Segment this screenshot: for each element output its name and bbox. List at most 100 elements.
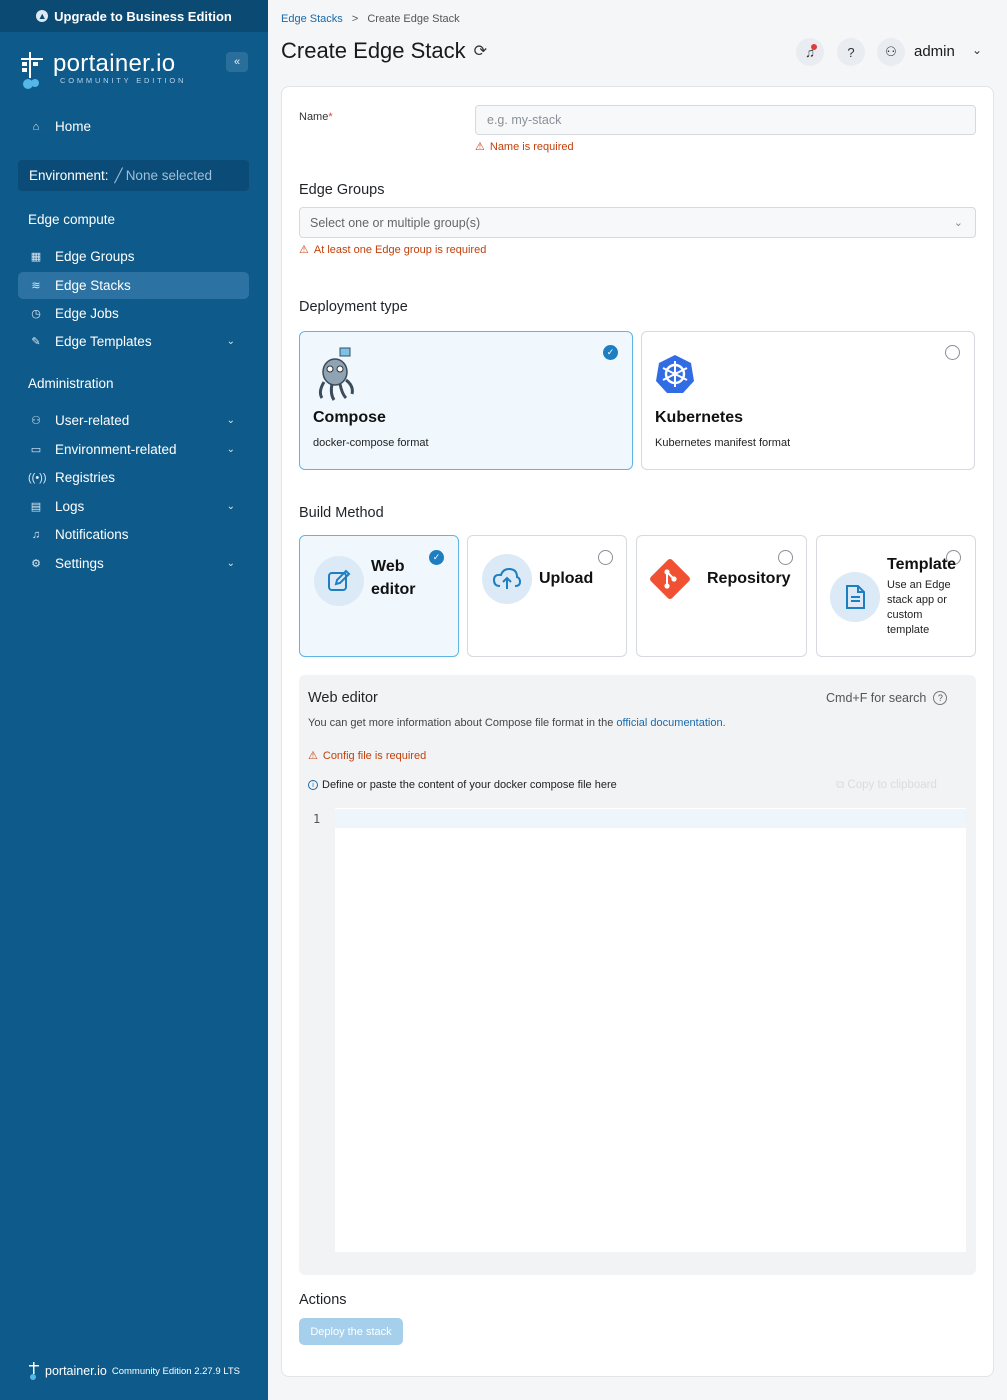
config-error: ⚠ Config file is required [308,749,427,763]
editor-info: You can get more information about Compo… [308,717,726,729]
warning-icon: ⚠ [308,750,318,762]
copy-label: Copy to clipboard [847,779,937,791]
sidebar-item-notifications[interactable]: ♫ Notifications [18,521,249,548]
breadcrumb: Edge Stacks > Create Edge Stack [281,13,460,25]
user-avatar[interactable]: ⚇ [877,38,905,66]
sidebar-item-label: Notifications [55,527,129,542]
build-option-web-editor[interactable]: ✓ Web editor [299,535,459,657]
sidebar-item-user-related[interactable]: ⚇ User-related ⌄ [18,407,249,434]
drive-icon: ▭ [30,444,42,456]
edge-groups-error: ⚠ At least one Edge group is required [299,243,487,257]
radio-unchecked-icon [598,550,613,565]
refresh-icon[interactable]: ⟳ [474,41,487,61]
config-error-text: Config file is required [322,749,427,762]
environment-selector[interactable]: Environment: ╱ None selected [18,160,249,191]
deploy-stack-button[interactable]: Deploy the stack [299,1318,403,1345]
sidebar-item-edge-templates[interactable]: ✎ Edge Templates ⌄ [18,328,249,355]
sidebar-item-label: Edge Groups [55,249,135,264]
sidebar-footer: portainer.io Community Edition 2.27.9 LT… [28,1362,240,1380]
logo-subtitle: COMMUNITY EDITION [60,76,187,85]
deployment-option-compose[interactable]: ✓ Compose docker-compose format [299,331,633,470]
gear-icon: ⚙ [31,558,41,570]
web-editor-title-1: Web [371,558,405,575]
clock-icon: ◷ [31,308,41,320]
template-desc-4: template [887,624,930,636]
sidebar-item-label: Registries [55,470,116,485]
define-hint: i Define or paste the content of your do… [308,779,617,791]
notifications-button[interactable]: ♫ [796,38,824,66]
sidebar-item-label: Edge Templates [55,334,152,349]
footer-version: Community Edition 2.27.9 LTS [111,1365,240,1377]
sidebar-item-label: Environment-related [55,442,177,457]
environment-none-icon: ╱ [114,167,123,183]
sidebar-item-logs[interactable]: ▤ Logs ⌄ [18,493,249,520]
help-icon[interactable]: ? [933,691,948,705]
sidebar-item-edge-stacks[interactable]: ≋ Edge Stacks [18,272,249,299]
name-label: Name* [299,111,333,123]
line-number: 1 [313,812,321,826]
editor-info-text: You can get more information about Compo… [308,717,614,729]
chevron-down-icon[interactable]: ⌄ [972,43,982,57]
code-editor[interactable]: 1 [308,808,966,1252]
edge-groups-placeholder: Select one or multiple group(s) [310,215,481,230]
search-hint: Cmd+F for search ? [826,691,948,705]
sidebar-item-edge-jobs[interactable]: ◷ Edge Jobs [18,300,249,327]
compose-title: Compose [313,409,386,426]
deployment-option-kubernetes[interactable]: Kubernetes Kubernetes manifest format [641,331,975,470]
name-error-text: Name is required [489,140,574,153]
environment-label: Environment: [29,168,109,183]
template-desc-3: custom [887,609,923,621]
info-icon: i [308,780,318,790]
copy-to-clipboard-button[interactable]: ⧉ Copy to clipboard [836,779,937,792]
radio-unchecked-icon [778,550,793,565]
footer-brand: portainer.io [45,1364,107,1378]
grid-icon: ▦ [30,251,42,263]
check-icon: ✓ [429,550,444,565]
user-icon: ⚇ [885,44,897,59]
edge-groups-title: Edge Groups [299,182,385,198]
breadcrumb-edge-stacks-link[interactable]: Edge Stacks [281,13,343,25]
kubernetes-desc: Kubernetes manifest format [655,437,791,449]
chevron-down-icon: ⌄ [953,217,963,229]
sidebar-item-label: Edge Jobs [55,306,119,321]
chevron-down-icon: ⌄ [226,501,235,512]
section-edge-compute: Edge compute [28,212,116,227]
chevron-down-icon: ⌄ [226,558,235,569]
sidebar-item-environment-related[interactable]: ▭ Environment-related ⌄ [18,436,249,463]
upgrade-banner[interactable]: ▲ Upgrade to Business Edition [0,0,268,32]
template-title: Template [887,556,957,573]
file-icon: ▤ [30,501,42,513]
build-option-upload[interactable]: Upload [467,535,627,657]
name-input[interactable] [475,105,976,135]
help-button[interactable]: ? [837,38,865,66]
portainer-logo-small-icon [29,1362,39,1380]
logo: portainer.io COMMUNITY EDITION « [18,48,250,92]
warning-icon: ⚠ [475,141,485,153]
sidebar-item-registries[interactable]: ((•)) Registries [18,464,249,491]
edge-groups-select[interactable]: Select one or multiple group(s) ⌄ [299,207,976,238]
edit-icon [314,556,364,606]
edit-icon: ✎ [31,336,41,348]
search-hint-text: Cmd+F for search [826,691,927,705]
official-documentation-link[interactable]: official documentation. [616,717,725,729]
sidebar-item-label: User-related [55,413,130,428]
chevrons-left-icon: « [233,56,241,68]
build-option-repository[interactable]: Repository [636,535,807,657]
upgrade-arrow-icon: ▲ [36,10,49,22]
collapse-sidebar-button[interactable]: « [226,52,248,72]
notification-dot [811,44,817,50]
sidebar-item-label: Settings [55,556,104,571]
breadcrumb-current: Create Edge Stack [367,13,460,25]
home-icon: ⌂ [32,120,40,133]
sidebar-item-settings[interactable]: ⚙ Settings ⌄ [18,550,249,577]
build-method-title: Build Method [299,505,384,521]
build-option-template[interactable]: Template Use an Edge stack app or custom… [816,535,976,657]
edge-groups-error-text: At least one Edge group is required [313,243,487,256]
docker-compose-octopus-icon [318,347,354,401]
sidebar-item-edge-groups[interactable]: ▦ Edge Groups [18,243,249,270]
chevron-down-icon: ⌄ [226,415,235,426]
sidebar-item-home[interactable]: ⌂ Home [18,113,249,140]
copy-icon: ⧉ [836,779,848,791]
file-text-icon [830,572,880,622]
user-name[interactable]: admin [914,43,955,60]
